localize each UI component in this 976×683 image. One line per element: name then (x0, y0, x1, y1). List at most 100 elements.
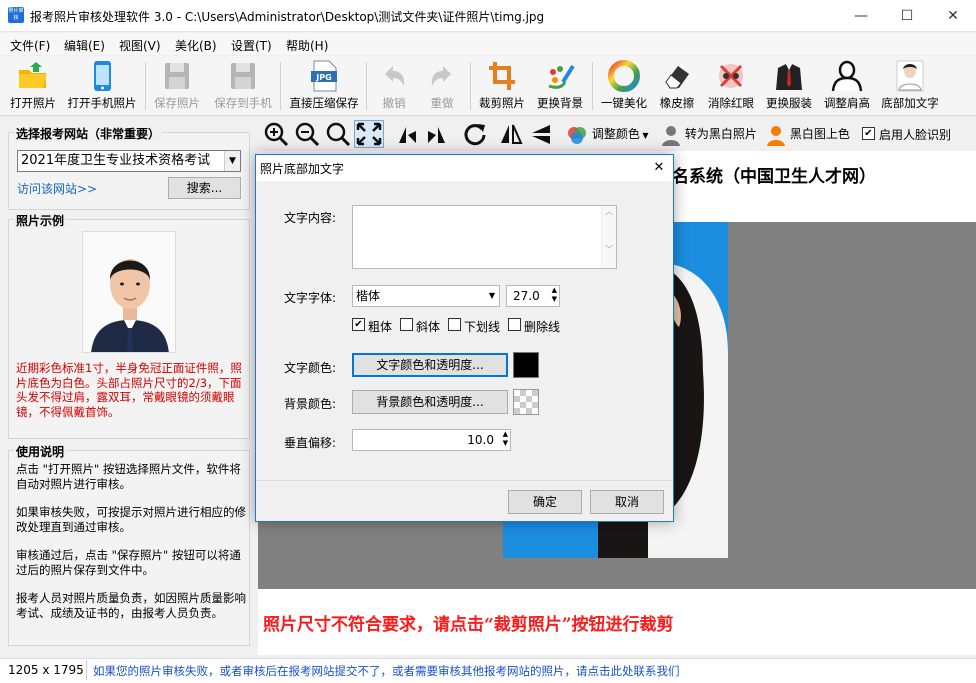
one-click-beautify-label: 一键美化 (601, 96, 647, 110)
save-to-phone-icon (226, 60, 260, 92)
vertical-offset-spinner[interactable]: 10.0 ▲ ▼ (352, 429, 511, 451)
font-size-spinner[interactable]: 27.0 ▲ ▼ (506, 285, 560, 307)
compress-save-label: 直接压缩保存 (289, 96, 359, 110)
adjust-shoulder-button[interactable]: 调整肩高 (820, 58, 874, 114)
menu-beautify[interactable]: 美化(B) (175, 37, 217, 54)
flip-vertical-icon[interactable] (528, 121, 554, 147)
usage-paragraph: 点击 "打开照片" 按钮选择照片文件，软件将自动对照片进行审核。 (16, 462, 241, 491)
bottom-add-text-label: 底部加文字 (881, 96, 939, 110)
change-background-button[interactable]: 更换背景 (533, 58, 587, 114)
toolbar-separator (280, 62, 281, 110)
spinner-arrows-icon[interactable]: ▲ ▼ (503, 430, 508, 448)
font-size-value: 27.0 (513, 289, 540, 303)
dialog-close-button[interactable]: ✕ (648, 157, 670, 179)
font-family-select[interactable]: 楷体 ▼ (352, 285, 500, 307)
cancel-button[interactable]: 取消 (590, 490, 664, 514)
portrait-text-icon (893, 60, 927, 92)
toolbar-separator (145, 62, 146, 110)
contact-us-link[interactable]: 如果您的照片审核失败，或者审核后在报考网站提交不了，或者需要审核其他报考网站的照… (93, 663, 680, 679)
image-size-status: 1205 x 1795 (8, 663, 84, 677)
open-photo-button[interactable]: 打开照片 (6, 58, 60, 114)
textarea-scrollbar[interactable]: ︿ ﹀ (601, 206, 616, 268)
open-photo-label: 打开照片 (10, 96, 56, 110)
suit-icon (772, 60, 806, 92)
one-click-beautify-button[interactable]: 一键美化 (597, 58, 651, 114)
redo-label: 重做 (430, 96, 454, 110)
spinner-arrows-icon[interactable]: ▲ ▼ (552, 286, 557, 304)
open-phone-photo-button[interactable]: 打开手机照片 (64, 58, 140, 114)
save-to-phone-button[interactable]: 保存到手机 (210, 58, 276, 114)
bw-colorize-button[interactable]: 黑白图上色 (766, 122, 850, 146)
open-phone-photo-label: 打开手机照片 (67, 96, 137, 110)
save-photo-label: 保存照片 (154, 96, 200, 110)
adjust-color-label: 调整颜色 (591, 127, 640, 141)
chevron-down-icon: ▼ (488, 291, 495, 300)
fullscreen-icon[interactable] (354, 120, 384, 148)
text-color-swatch[interactable] (513, 352, 539, 378)
maximize-icon: ☐ (900, 8, 914, 24)
bottom-add-text-button[interactable]: 底部加文字 (878, 58, 942, 114)
redo-icon (425, 60, 459, 92)
app-logo-icon: 照片审核 (8, 7, 24, 23)
menu-view[interactable]: 视图(V) (119, 37, 161, 54)
add-text-dialog: 照片底部加文字 ✕ 文字内容: ︿ ﹀ 文字字体: 楷体 ▼ 27.0 ▲ ▼ ✔… (255, 154, 674, 522)
bg-color-label: 背景颜色: (284, 397, 337, 411)
ok-button[interactable]: 确定 (508, 490, 582, 514)
close-button[interactable]: ✕ (930, 0, 976, 32)
compress-save-button[interactable]: JPG 直接压缩保存 (286, 58, 362, 114)
save-to-phone-label: 保存到手机 (214, 96, 272, 110)
chevron-down-icon[interactable]: ▼ (224, 151, 240, 171)
shoulder-icon (830, 60, 864, 92)
underline-checkbox[interactable] (448, 318, 461, 331)
example-group-title: 照片示例 (14, 212, 67, 229)
strikethrough-checkbox[interactable] (508, 318, 521, 331)
adjust-color-dropdown[interactable]: 调整颜色 ▼ (566, 124, 649, 144)
bg-color-swatch-transparent[interactable] (513, 389, 539, 415)
zoom-in-icon[interactable] (263, 121, 289, 147)
menu-edit[interactable]: 编辑(E) (64, 37, 105, 54)
person-gray-icon (662, 125, 680, 146)
to-bw-button[interactable]: 转为黑白照片 (661, 122, 757, 146)
save-photo-button[interactable]: 保存照片 (150, 58, 204, 114)
font-label: 文字字体: (284, 291, 337, 305)
eraser-button[interactable]: 橡皮擦 (655, 58, 699, 114)
text-color-label: 文字颜色: (284, 361, 337, 375)
dialog-title: 照片底部加文字 (260, 162, 345, 176)
search-button[interactable]: 搜索... (168, 177, 241, 199)
crop-photo-button[interactable]: 裁剪照片 (475, 58, 529, 114)
text-content-input[interactable]: ︿ ﹀ (352, 205, 617, 269)
text-color-button[interactable]: 文字颜色和透明度... (352, 353, 508, 377)
change-clothes-button[interactable]: 更换服装 (762, 58, 816, 114)
minimize-button[interactable]: — (838, 0, 884, 32)
exam-site-select[interactable]: 2021年度卫生专业技术资格考试 (17, 150, 241, 172)
crop-photo-label: 裁剪照片 (479, 96, 525, 110)
menu-help[interactable]: 帮助(H) (286, 37, 328, 54)
vertical-offset-value: 10.0 (467, 433, 494, 447)
italic-checkbox[interactable] (400, 318, 413, 331)
bg-color-button[interactable]: 背景颜色和透明度... (352, 390, 508, 414)
maximize-button[interactable]: ☐ (884, 0, 930, 32)
rotate-right-icon[interactable] (424, 121, 450, 147)
app-logo-text: 照片审核 (8, 8, 24, 21)
rotate-left-icon[interactable] (394, 121, 420, 147)
zoom-fit-icon[interactable] (325, 121, 351, 147)
menu-file[interactable]: 文件(F) (10, 37, 50, 54)
font-family-value: 楷体 (356, 289, 381, 303)
undo-label: 撤销 (382, 96, 406, 110)
undo-button[interactable]: 撤销 (372, 58, 416, 114)
visit-site-link[interactable]: 访问该网站>> (17, 180, 97, 197)
flip-horizontal-icon[interactable] (498, 121, 524, 147)
jpg-compress-icon: JPG (307, 60, 341, 92)
zoom-out-icon[interactable] (294, 121, 320, 147)
toolbar-separator (592, 62, 593, 110)
redo-button[interactable]: 重做 (420, 58, 464, 114)
remove-red-eye-button[interactable]: 消除红眼 (703, 58, 759, 114)
bold-checkbox[interactable]: ✔ (352, 318, 365, 331)
menu-settings[interactable]: 设置(T) (231, 37, 272, 54)
crop-icon (485, 60, 519, 92)
canvas-header-text: 名系统（中国卫生人才网） (672, 167, 876, 187)
refresh-icon[interactable] (462, 121, 488, 147)
bw-colorize-label: 黑白图上色 (789, 127, 850, 141)
adjust-shoulder-label: 调整肩高 (824, 96, 870, 110)
face-detect-checkbox[interactable]: ✔ (862, 127, 875, 140)
